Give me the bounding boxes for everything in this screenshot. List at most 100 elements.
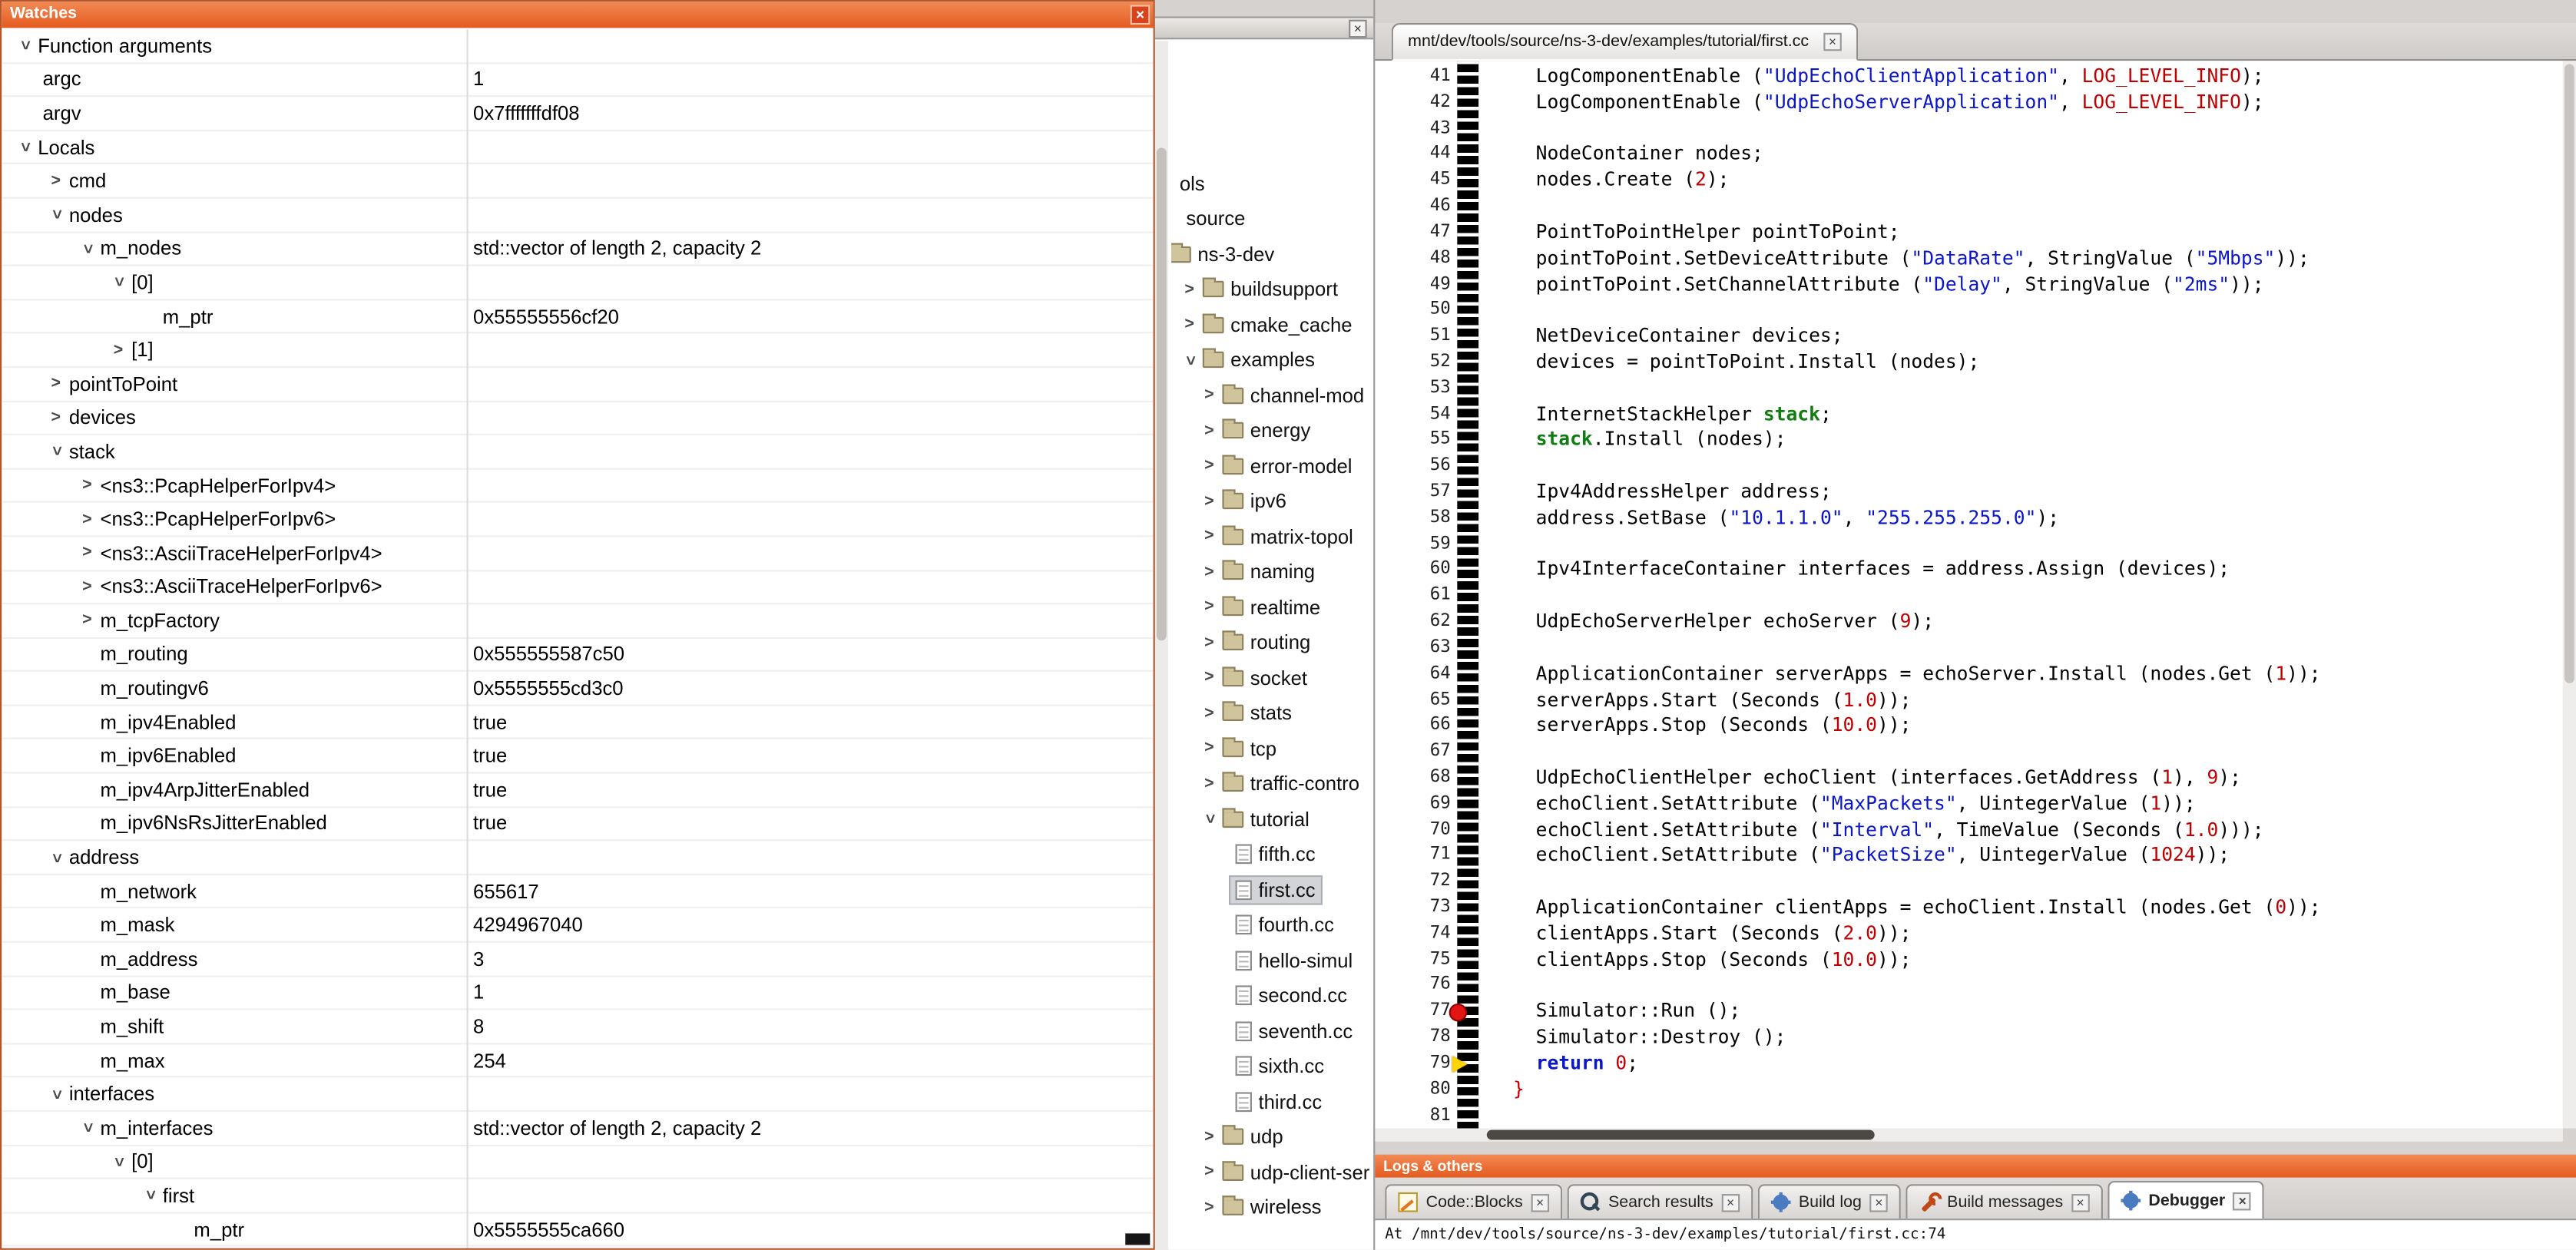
tree-item-channel-mod[interactable]: >channel-mod	[1191, 382, 1369, 408]
code-line[interactable]: 66 serverApps.Stop (Seconds (10.0));	[1375, 713, 2563, 739]
code-line[interactable]: 44 NodeContainer nodes;	[1375, 142, 2563, 168]
code-line[interactable]: 53	[1375, 375, 2563, 402]
line-number[interactable]: 47	[1375, 220, 1450, 246]
watch-row[interactable]: >[0]	[2, 1146, 1153, 1179]
tree-item-cmake-cache[interactable]: >cmake_cache	[1171, 312, 1357, 338]
tree-row[interactable]: >ns-3-dev	[1171, 236, 1373, 272]
expander-closed-icon[interactable]: >	[1196, 527, 1222, 546]
tree-row[interactable]: >examples	[1171, 342, 1373, 378]
expander-open-icon[interactable]: >	[141, 1182, 159, 1209]
editor-vertical-scrollbar[interactable]	[2563, 61, 2576, 1128]
tree-row[interactable]: >energy	[1171, 413, 1373, 448]
watch-row[interactable]: >devices	[2, 402, 1153, 435]
tree-item-naming[interactable]: >naming	[1191, 559, 1320, 585]
tree-item-udp-client-ser[interactable]: >udp-client-ser	[1191, 1159, 1373, 1186]
watch-row[interactable]: >address	[2, 842, 1153, 875]
expander-closed-icon[interactable]: >	[1177, 316, 1203, 334]
tree-row[interactable]: fourth.cc	[1171, 908, 1373, 943]
breakpoint-icon[interactable]	[1449, 1003, 1468, 1021]
tree-item-source[interactable]: source	[1181, 206, 1250, 232]
watch-row[interactable]: >stack	[2, 435, 1153, 469]
code-line[interactable]: 45 nodes.Create (2);	[1375, 168, 2563, 194]
code-line[interactable]: 77 Simulator::Run ();	[1375, 999, 2563, 1025]
code-line[interactable]: 47 PointToPointHelper pointToPoint;	[1375, 220, 2563, 246]
line-number[interactable]: 81	[1375, 1103, 1450, 1128]
logs-tab-debugger[interactable]: Debugger×	[2107, 1181, 2265, 1219]
tree-item-second-cc[interactable]: second.cc	[1230, 983, 1352, 1009]
watch-row[interactable]: >m_network655617	[2, 875, 1153, 909]
tree-row[interactable]: fifth.cc	[1171, 837, 1373, 872]
tree-row[interactable]: >stats	[1171, 696, 1373, 731]
tree-row[interactable]: >routing	[1171, 625, 1373, 660]
expander-closed-icon[interactable]: >	[74, 612, 100, 630]
tree-item-tcp[interactable]: >tcp	[1191, 736, 1282, 762]
code-line[interactable]: 48 pointToPoint.SetDeviceAttribute ("Dat…	[1375, 246, 2563, 272]
expander-closed-icon[interactable]: >	[1196, 386, 1222, 405]
code-line[interactable]: 81	[1375, 1103, 2563, 1128]
expander-open-icon[interactable]: >	[1200, 806, 1219, 832]
code-line[interactable]: 73 ApplicationContainer clientApps = ech…	[1375, 895, 2563, 921]
tree-item-matrix-topol[interactable]: >matrix-topol	[1191, 524, 1359, 550]
close-icon[interactable]: ×	[1131, 5, 1151, 25]
code-line[interactable]: 79 return 0;	[1375, 1051, 2563, 1077]
code-line[interactable]: 68 UdpEchoClientHelper echoClient (inter…	[1375, 766, 2563, 792]
expander-closed-icon[interactable]: >	[1196, 775, 1222, 793]
expander-closed-icon[interactable]: >	[1196, 422, 1222, 440]
tree-row[interactable]: >channel-mod	[1171, 378, 1373, 413]
expander-open-icon[interactable]: >	[47, 438, 65, 465]
expander-open-icon[interactable]: >	[15, 32, 34, 58]
expander-closed-icon[interactable]: >	[74, 578, 100, 597]
tree-row[interactable]: >tcp	[1171, 731, 1373, 766]
line-number[interactable]: 71	[1375, 843, 1450, 869]
tree-row[interactable]: seventh.cc	[1171, 1014, 1373, 1049]
code-line[interactable]: 72	[1375, 869, 2563, 895]
tree-item-ns-3-dev[interactable]: >ns-3-dev	[1171, 241, 1280, 267]
tree-item-third-cc[interactable]: third.cc	[1230, 1089, 1327, 1115]
code-line[interactable]: 42 LogComponentEnable ("UdpEchoServerApp…	[1375, 90, 2563, 116]
line-number[interactable]: 44	[1375, 142, 1450, 168]
tree-item-tutorial[interactable]: >tutorial	[1191, 806, 1314, 832]
watch-row[interactable]: >m_address3	[2, 943, 1153, 977]
watch-row[interactable]: >interfaces	[2, 1078, 1153, 1112]
management-titlebar[interactable]: ×	[1155, 16, 1373, 39]
code-line[interactable]: 64 ApplicationContainer serverApps = ech…	[1375, 661, 2563, 687]
tree-row[interactable]: >realtime	[1171, 590, 1373, 625]
scrollbar-thumb[interactable]	[2564, 64, 2574, 683]
close-tab-icon[interactable]: ×	[1870, 1193, 1889, 1212]
code-line[interactable]: 59	[1375, 531, 2563, 557]
watch-row[interactable]: >pointToPoint	[2, 368, 1153, 402]
logs-tab-search-results[interactable]: Search results×	[1567, 1184, 1753, 1219]
watch-row[interactable]: >m_routingv60x5555555cd3c0	[2, 672, 1153, 706]
tree-item-first-cc[interactable]: first.cc	[1230, 877, 1320, 903]
code-line[interactable]: 65 serverApps.Start (Seconds (1.0));	[1375, 687, 2563, 713]
tree-row[interactable]: third.cc	[1171, 1084, 1373, 1119]
tree-item-sixth-cc[interactable]: sixth.cc	[1230, 1053, 1329, 1080]
watch-row[interactable]: argv0x7fffffffdf08	[2, 98, 1153, 131]
code-line[interactable]: 43	[1375, 116, 2563, 142]
scrollbar-thumb[interactable]	[1157, 148, 1167, 641]
line-number[interactable]: 52	[1375, 349, 1450, 375]
tree-row[interactable]: >traffic-contro	[1171, 766, 1373, 802]
watch-row[interactable]: >Locals	[2, 131, 1153, 165]
watch-row[interactable]: >m_base1	[2, 977, 1153, 1010]
line-number[interactable]: 74	[1375, 921, 1450, 947]
line-number[interactable]: 70	[1375, 817, 1450, 843]
expander-open-icon[interactable]: >	[109, 270, 127, 296]
close-tab-icon[interactable]: ×	[2233, 1192, 2252, 1210]
watch-row[interactable]: >m_ptr0x55555556cf20	[2, 300, 1153, 334]
watch-row[interactable]: >m_max254	[2, 1044, 1153, 1078]
code-line[interactable]: 69 echoClient.SetAttribute ("MaxPackets"…	[1375, 791, 2563, 817]
code-line[interactable]: 49 pointToPoint.SetChannelAttribute ("De…	[1375, 272, 2563, 298]
tree-row[interactable]: >tutorial	[1171, 802, 1373, 837]
tree-item-buildsupport[interactable]: >buildsupport	[1171, 276, 1343, 303]
tree-item-realtime[interactable]: >realtime	[1191, 594, 1326, 620]
expander-closed-icon[interactable]: >	[43, 172, 69, 190]
code-line[interactable]: 60 Ipv4InterfaceContainer interfaces = a…	[1375, 557, 2563, 584]
expander-closed-icon[interactable]: >	[1196, 598, 1222, 617]
line-number[interactable]: 61	[1375, 584, 1450, 610]
line-number[interactable]: 55	[1375, 428, 1450, 454]
tree-row[interactable]: >wireless	[1171, 1190, 1373, 1225]
line-number[interactable]: 41	[1375, 64, 1450, 90]
code-line[interactable]: 63	[1375, 636, 2563, 662]
tree-row[interactable]: >socket	[1171, 660, 1373, 696]
